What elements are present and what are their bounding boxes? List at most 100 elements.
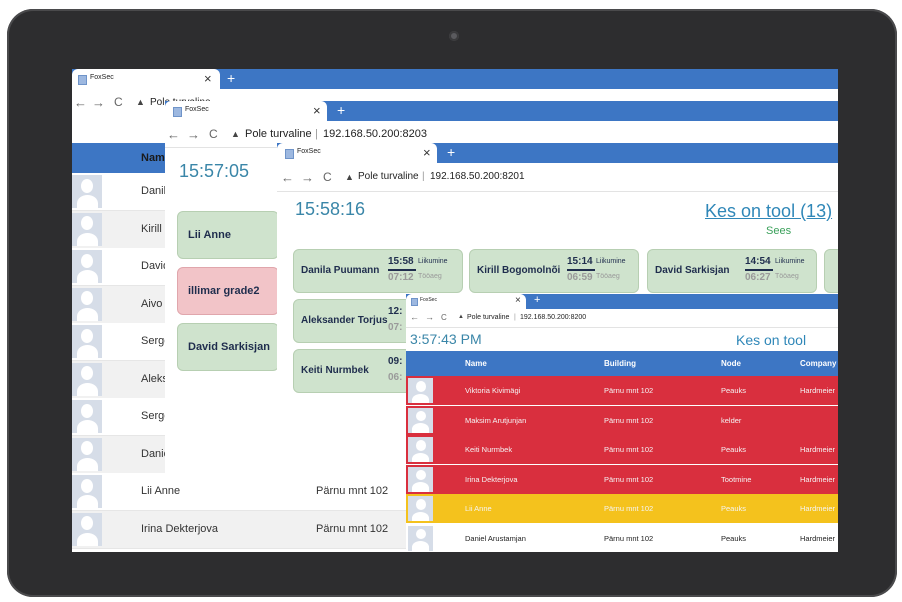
status-subtitle: Sees [766,225,792,237]
building-cell: Pärnu mnt 102 [604,445,654,454]
url-separator: | [514,314,516,321]
close-tab-icon[interactable]: × [515,295,521,306]
person-name: Lii Anne [141,485,181,497]
security-label: Pole turvaline [245,128,312,140]
avatar-icon [408,496,433,521]
page-title[interactable]: Kes on tool (13) [705,201,832,222]
company-cell: Hardmeier [800,474,836,484]
person-card[interactable]: David Sarkisjan 14:54 Liikumine 06:27 Tö… [647,249,817,293]
reload-icon[interactable]: C [114,95,123,109]
browser-tab[interactable]: FoxSec × [165,101,327,121]
warning-icon: ▲ [345,172,354,182]
person-card[interactable]: Lii Anne [177,211,279,259]
avatar-icon [408,525,433,551]
close-tab-icon[interactable]: × [204,71,212,86]
foxsec-favicon-icon [173,107,182,117]
new-tab-button[interactable]: + [227,70,235,86]
page-title: Kes on tool [736,332,807,348]
url-text[interactable]: 192.168.50.200:8201 [430,171,525,182]
avatar-icon [72,437,102,471]
person-name: Daniel Arustamjan [465,533,526,543]
clock: 15:57:05 [179,161,250,181]
reload-icon[interactable]: C [209,127,218,141]
camera-icon [449,31,459,41]
person-name: Keiti Nurmbek [301,365,369,376]
forward-arrow-icon[interactable]: → [301,170,314,185]
avatar-icon [408,378,433,403]
column-header-building: Building [604,359,636,368]
url-text[interactable]: 192.168.50.200:8200 [520,314,586,321]
person-card[interactable]: Kirill Bogomolnõi 15:14 Liikumine 06:59 … [469,249,639,293]
person-name: Kirill Bogomolnõi [477,265,561,276]
tab-bar: FoxSec × + [406,294,838,309]
node-cell: Peauks [721,445,747,454]
avatar-icon [72,287,102,321]
warning-icon: ▲ [231,129,240,139]
address-bar: ← → C ▲ Pole turvaline | 192.168.50.200:… [277,163,838,192]
worktime-value: 06: [388,372,403,383]
tab-bar: FoxSec × + [165,101,838,121]
back-arrow-icon[interactable]: ← [74,95,87,110]
foxsec-favicon-icon [285,149,294,159]
movement-time: 15:14 [567,256,593,267]
new-tab-button[interactable]: + [534,294,540,306]
table-row[interactable]: Daniel Arustamjan Pärnu mnt 102 Peauks Hard… [406,523,838,552]
movement-time: 12: [388,306,403,317]
table-row[interactable]: Lii Anne Pärnu mnt 102 Peauks Hardmeier [406,494,838,524]
new-tab-button[interactable]: + [337,102,345,118]
close-tab-icon[interactable]: × [313,103,321,118]
table-row[interactable]: Maksim Arutjunjan Pärnu mnt 102 kelder [406,405,838,436]
node-cell: Peauks [721,386,747,395]
browser-tab[interactable]: FoxSec × [406,294,526,309]
person-card[interactable]: Danila Puumann 15:58 Liikumine 07:12 Töö… [293,249,463,293]
person-name: David Sarkisjan [188,341,270,353]
reload-icon[interactable]: C [441,313,447,322]
person-name: illimar grade2 [188,285,260,297]
person-name: Lii Anne [188,229,231,241]
person-name: Viktoria Kivimägi [465,386,521,395]
worktime-label: Tööaeg [775,273,799,280]
close-tab-icon[interactable]: × [423,145,431,160]
person-name: Keiti Nurmbek [465,445,513,454]
foxsec-favicon-icon [78,75,87,85]
security-label: Pole turvaline [358,171,419,182]
time-divider [388,269,416,271]
worktime-value: 06:59 [567,272,593,283]
person-card[interactable]: illimar grade2 [177,267,279,315]
forward-arrow-icon[interactable]: → [92,95,105,110]
browser-window-8200: FoxSec × + ← → C ▲ Pole turvaline | 192.… [406,294,838,552]
person-card[interactable] [824,249,838,293]
forward-arrow-icon[interactable]: → [187,127,200,142]
worktime-value: 07:12 [388,272,414,283]
forward-arrow-icon[interactable]: → [425,312,434,322]
avatar-icon [408,407,433,433]
person-name: Aleksander Torjus [301,315,388,326]
clock: 15:58:16 [295,199,366,219]
node-cell: Peauks [721,533,747,543]
node-cell: Tootmine [721,474,752,484]
browser-tab[interactable]: FoxSec × [72,69,220,89]
building-cell: Pärnu mnt 102 [604,504,654,513]
table-row[interactable]: Keiti Nurmbek Pärnu mnt 102 Peauks Hardmeie… [406,435,838,465]
back-arrow-icon[interactable]: ← [167,127,180,142]
building-cell: Pärnu mnt 102 [604,415,654,425]
building-cell: Pärnu mnt 102 [316,522,389,535]
table-row[interactable]: Viktoria Kivimägi Pärnu mnt 102 Peauks Hard… [406,376,838,406]
movement-label: Liikumine [596,258,626,265]
new-tab-button[interactable]: + [447,144,455,160]
movement-time: 14:54 [745,256,771,267]
url-text[interactable]: 192.168.50.200:8203 [323,128,427,140]
building-cell: Pärnu mnt 102 [604,386,654,395]
person-name: Irina Dekterjova [465,474,518,484]
person-card[interactable]: David Sarkisjan [177,323,279,371]
tab-title: FoxSec [420,297,437,303]
person-name: David Sarkisjan [655,265,730,276]
worktime-label: Tööaeg [418,273,442,280]
back-arrow-icon[interactable]: ← [281,170,294,185]
node-cell: kelder [721,415,742,425]
back-arrow-icon[interactable]: ← [410,312,419,322]
table-row[interactable]: Irina Dekterjova Pärnu mnt 102 Tootmine Har… [406,464,838,495]
reload-icon[interactable]: C [323,170,332,184]
warning-icon: ▲ [136,97,145,107]
browser-tab[interactable]: FoxSec × [277,143,437,163]
